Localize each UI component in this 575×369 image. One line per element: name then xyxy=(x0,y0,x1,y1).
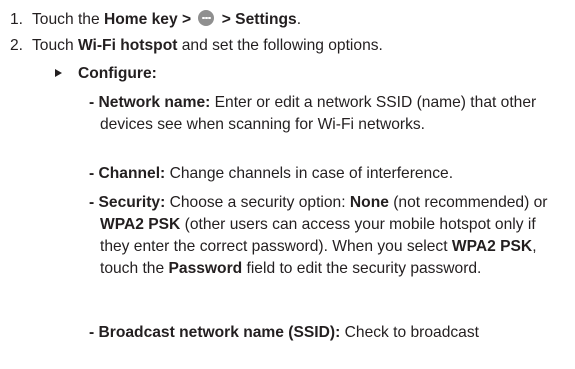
option-description: (not recommended) or xyxy=(388,194,548,211)
configure-heading: Configure: xyxy=(55,63,157,85)
step-text: Touch the xyxy=(32,11,104,28)
option-name: - Channel: xyxy=(89,165,166,182)
option-name: - Network name: xyxy=(89,94,211,111)
settings-label: > Settings xyxy=(217,11,297,28)
option-security: - Security: Choose a security option: No… xyxy=(89,192,569,280)
configure-label: Configure: xyxy=(78,65,157,82)
option-description: field to edit the security password. xyxy=(242,260,482,277)
home-key-label: Home xyxy=(103,11,148,28)
wpa2-psk-label: WPA2 PSK xyxy=(100,216,181,233)
option-description: Change channels in case of interference. xyxy=(165,165,454,182)
triangle-bullet-icon xyxy=(55,69,62,77)
wpa2-psk-label: WPA2 PSK xyxy=(451,238,533,255)
password-label: Password xyxy=(168,260,243,277)
document-page: 1. Touch the Home key > > Settings. 2. Tou… xyxy=(0,0,575,369)
step-1: 1. Touch the Home key > > Settings. xyxy=(0,9,301,31)
option-description: Choose a security option: xyxy=(165,194,350,211)
option-name: - Broadcast network name (SSID): xyxy=(89,324,341,341)
option-channel: - Channel: Change channels in case of in… xyxy=(89,163,569,185)
option-network-name: - Network name: Enter or edit a network … xyxy=(89,92,569,136)
step-text: and set the following options. xyxy=(177,37,383,54)
apps-menu-icon xyxy=(198,10,215,26)
step-text: key > xyxy=(147,11,196,28)
option-broadcast-ssid: - Broadcast network name (SSID): Check t… xyxy=(89,322,575,344)
step-text: . xyxy=(296,11,302,28)
option-description: Check to broadcast xyxy=(340,324,479,341)
none-label: None xyxy=(349,194,389,211)
wifi-hotspot-label: Wi-Fi hotspot xyxy=(77,37,178,54)
step-text: Touch xyxy=(32,37,78,54)
option-name: - Security: xyxy=(89,194,166,211)
step-2: 2. Touch Wi-Fi hotspot and set the follow… xyxy=(0,35,383,57)
step-number: 2. xyxy=(9,37,23,54)
step-number: 1. xyxy=(9,11,23,28)
